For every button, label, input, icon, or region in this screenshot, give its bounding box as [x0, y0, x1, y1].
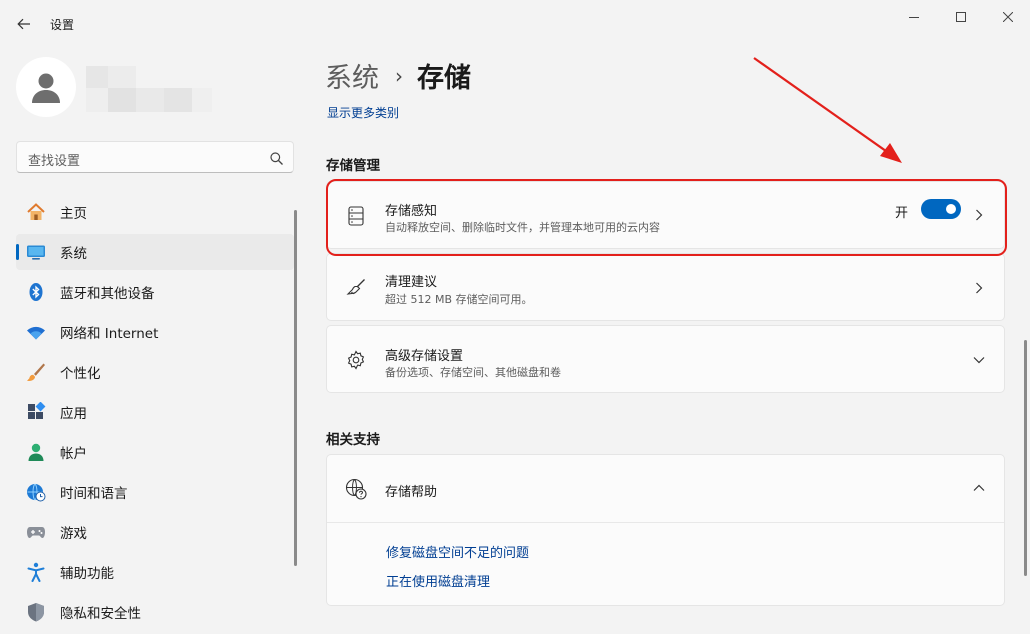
- annotation-arrow: [753, 57, 902, 163]
